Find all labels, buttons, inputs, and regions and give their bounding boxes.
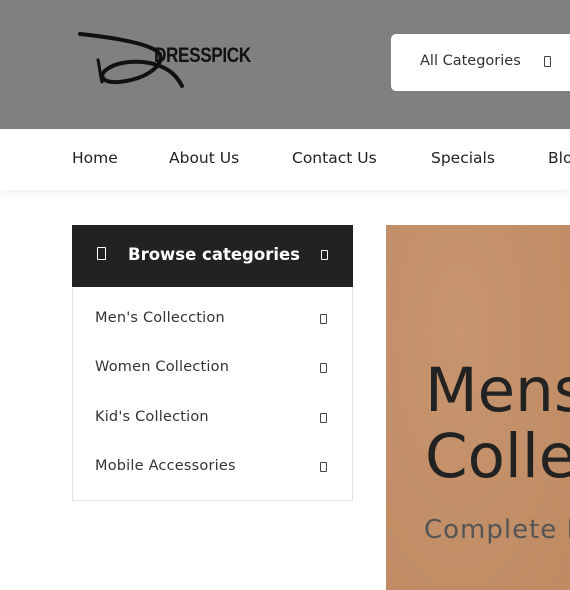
sidebar-item-kids-collection[interactable]: Kid's Collection [72, 398, 353, 438]
nav-item-contact-us[interactable]: Contact Us [292, 149, 377, 167]
chevron-down-icon [544, 56, 551, 67]
banner-title: Mens Colle [425, 358, 570, 490]
sidebar-item-mens-collection[interactable]: Men's Collecction [72, 299, 353, 339]
sidebar-item-label: Mobile Accessories [95, 458, 236, 474]
banner-title-line-1: Mens [425, 355, 570, 426]
nav-item-blog[interactable]: Blo [548, 149, 570, 167]
banner-title-line-2: Colle [425, 421, 570, 492]
sidebar-item-label: Men's Collecction [95, 310, 225, 326]
sidebar-item-women-collection[interactable]: Women Collection [72, 348, 353, 388]
menu-icon [97, 247, 106, 260]
chevron-right-icon [320, 314, 327, 324]
sidebar-item-label: Kid's Collection [95, 409, 209, 425]
brand-name: DRESSPICK [154, 44, 251, 67]
chevron-down-icon [321, 250, 328, 260]
banner-subtitle: Complete R [424, 515, 570, 545]
main-nav: Home About Us Contact Us Specials Blo [0, 129, 570, 190]
nav-item-about-us[interactable]: About Us [169, 149, 239, 167]
browse-categories-header[interactable]: Browse categories [72, 225, 353, 287]
category-select-value: All Categories [420, 53, 521, 69]
chevron-right-icon [320, 363, 327, 373]
site-header: DRESSPICK All Categories [0, 0, 570, 129]
browse-categories-title: Browse categories [128, 245, 300, 264]
category-select[interactable]: All Categories [391, 34, 570, 91]
nav-item-home[interactable]: Home [72, 149, 118, 167]
sidebar-item-mobile-accessories[interactable]: Mobile Accessories [72, 447, 353, 487]
hero-banner[interactable]: Mens Colle Complete R [386, 225, 570, 590]
chevron-right-icon [320, 462, 327, 472]
sidebar-item-label: Women Collection [95, 359, 230, 375]
chevron-right-icon [320, 413, 327, 423]
nav-item-specials[interactable]: Specials [431, 149, 495, 167]
